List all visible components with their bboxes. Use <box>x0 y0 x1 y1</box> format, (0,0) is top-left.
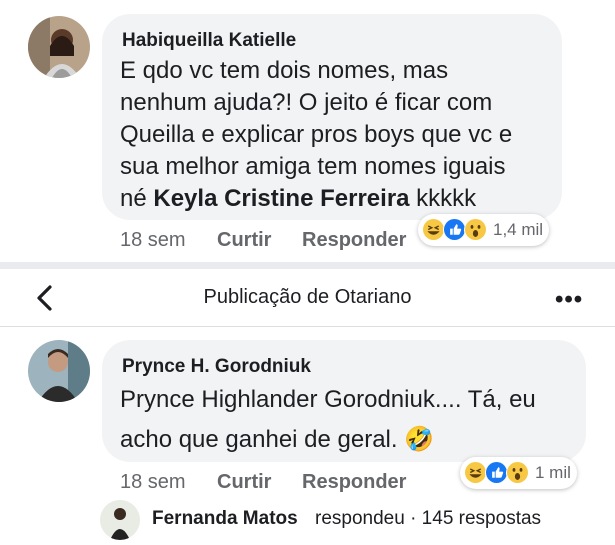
avatar[interactable] <box>28 340 90 402</box>
more-options-icon[interactable]: ••• <box>555 286 583 314</box>
like-button[interactable]: Curtir <box>217 471 271 494</box>
reaction-count: 1 mil <box>535 463 571 482</box>
reaction-summary[interactable]: 1 mil <box>460 457 577 489</box>
comment-text-line: sua melhor amiga tem nomes iguais <box>120 153 506 180</box>
comment-text-line: né Keyla Cristine Ferreira kkkkk <box>120 183 560 215</box>
comment-text-fragment: kkkkk <box>416 185 477 212</box>
reply-count: respondeu · 145 respostas <box>315 508 542 529</box>
comment-timestamp[interactable]: 18 sem <box>120 471 186 494</box>
comment-author[interactable]: Habiqueilla Katielle <box>122 30 296 52</box>
reaction-summary[interactable]: 1,4 mil <box>418 214 550 246</box>
wow-icon <box>506 461 530 485</box>
comment-text-line: acho que ganhei de geral. 🤣 <box>120 426 435 453</box>
section-divider <box>0 262 615 269</box>
avatar[interactable] <box>28 16 90 78</box>
comment-text-line: Prynce Highlander Gorodniuk.... Tá, eu <box>120 386 536 413</box>
reply-author[interactable]: Fernanda Matos <box>152 508 298 530</box>
comment-text: E qdo vc tem dois nomes, mas nenhum ajud… <box>120 55 560 215</box>
comment-text-line: nenhum ajuda?! O jeito é ficar com <box>120 89 493 116</box>
comment-text-line: Queilla e explicar pros boys que vc e <box>120 121 513 148</box>
reply-button[interactable]: Responder <box>302 229 406 252</box>
post-header: Publicação de Otariano ••• <box>0 269 615 327</box>
mention-link[interactable]: Keyla Cristine Ferreira <box>153 185 409 212</box>
comment-timestamp[interactable]: 18 sem <box>120 229 186 252</box>
like-button[interactable]: Curtir <box>217 229 271 252</box>
comment-author[interactable]: Prynce H. Gorodniuk <box>122 356 311 378</box>
comment-text-fragment: né <box>120 185 147 212</box>
page-title: Publicação de Otariano <box>203 286 412 308</box>
comment-text-line: E qdo vc tem dois nomes, mas <box>120 57 449 84</box>
reaction-count: 1,4 mil <box>493 220 544 239</box>
wow-icon <box>464 218 488 242</box>
reply-button[interactable]: Responder <box>302 471 406 494</box>
avatar <box>100 500 140 540</box>
comment-panel-1: Habiqueilla Katielle E qdo vc tem dois n… <box>0 0 615 262</box>
comment-text: Prynce Highlander Gorodniuk.... Tá, eu a… <box>120 380 580 460</box>
